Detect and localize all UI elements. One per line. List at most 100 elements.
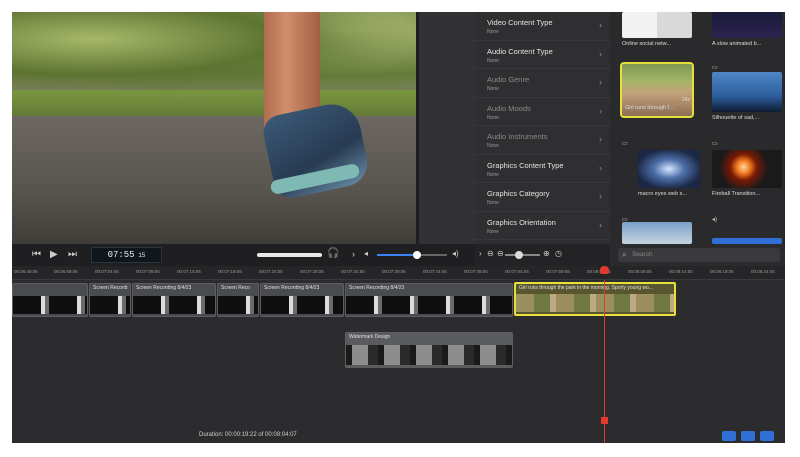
timecode-value: 07:55 (107, 250, 135, 260)
thumb-image (712, 72, 782, 112)
thumb-caption: Fireball Transition... (712, 191, 760, 197)
video-preview[interactable] (12, 12, 416, 244)
preview-trees (12, 12, 416, 102)
ruler-tick: 00:07:34:05 (341, 269, 365, 274)
playhead-end-marker[interactable] (601, 417, 608, 424)
zoom-knob[interactable] (515, 251, 523, 259)
view-toggle-button[interactable] (722, 431, 736, 441)
category-audio-content-type[interactable]: Audio Content Type None › (475, 41, 610, 69)
media-thumb-girl-runs[interactable]: Girl runs through f... 24s (620, 62, 694, 120)
ruler-tick: 00:07:54:05 (505, 269, 529, 274)
ruler-tick: 00:07:24:05 (259, 269, 283, 274)
ruler-tick: 00:07:49:05 (464, 269, 488, 274)
video-editor-window: Video Content Type None › Audio Content … (12, 12, 785, 443)
playback-controls: ⏮ ▶ ⏭ 07:55 15 🎧 › ◂ ◂) (12, 244, 475, 266)
category-graphics-orientation[interactable]: Graphics Orientation None › (475, 212, 610, 240)
timeline-clip[interactable] (12, 283, 88, 317)
chevron-right-icon: › (599, 48, 602, 59)
clip-filmstrip (261, 296, 343, 314)
chevron-right-icon[interactable]: › (479, 249, 482, 258)
clip-filmstrip (133, 296, 215, 314)
media-thumb-fireball[interactable]: Fireball Transition... (712, 150, 782, 206)
headphones-icon[interactable]: 🎧 (327, 248, 339, 259)
thumb-image (712, 150, 782, 188)
timeline-clip[interactable]: Screen Reco (217, 283, 259, 317)
clip-filmstrip (346, 345, 512, 365)
clip-label: Screen Recordi (93, 285, 128, 291)
thumb-image (638, 150, 700, 188)
ruler-tick: 00:06:49:05 (14, 269, 38, 274)
audio-type-icon: ◂) (712, 217, 718, 223)
media-thumb-social-network[interactable]: Online social netw... (622, 12, 692, 68)
selected-clip-girl-runs[interactable]: Girl runs through the park in the mornin… (514, 282, 676, 316)
category-audio-instruments[interactable]: Audio Instruments None › (475, 126, 610, 155)
search-input[interactable]: ⌕ Search (618, 248, 780, 262)
thumb-image (622, 12, 692, 38)
category-video-content-type[interactable]: Video Content Type None › (475, 12, 610, 41)
category-audio-genre[interactable]: Audio Genre None › (475, 69, 610, 98)
volume-slider[interactable] (377, 251, 447, 259)
chevron-right-icon: › (599, 20, 602, 30)
speaker-icon: ◂ (364, 249, 369, 258)
ruler-tick: 00:08:09:05 (628, 269, 652, 274)
ruler-tick: 00:07:09:05 (136, 269, 160, 274)
zoom-fit-icon[interactable]: ⊖ (487, 249, 494, 258)
category-value: None (487, 228, 499, 235)
category-audio-moods[interactable]: Audio Moods None › (475, 98, 610, 126)
playhead-handle[interactable] (600, 266, 609, 274)
ruler-tick: 00:08:24:05 (751, 269, 775, 274)
chevron-right-icon: › (599, 134, 602, 144)
thumb-image (712, 238, 782, 244)
volume-fill (377, 254, 417, 256)
timeline-clip[interactable]: Screen Recording 8/4/23 (260, 283, 344, 317)
clip-filmstrip (346, 296, 512, 314)
forward-icon[interactable]: ⏭ (68, 249, 77, 260)
category-value: None (487, 86, 499, 92)
video-type-icon: ▭ (712, 65, 718, 71)
thumb-caption: Girl runs through f... (625, 105, 674, 111)
play-icon[interactable]: ▶ (50, 249, 58, 260)
category-label: Graphics Category (487, 189, 550, 198)
clip-filmstrip (218, 296, 258, 314)
category-value: None (487, 114, 499, 121)
volume-knob[interactable] (413, 251, 421, 259)
timeline-ruler[interactable]: 00:06:49:05 00:06:59:06 00:07:04:05 00:0… (12, 266, 785, 280)
thumb-caption: Online social netw... (622, 41, 671, 47)
category-label: Video Content Type (487, 18, 553, 27)
ruler-tick: 00:07:14:05 (177, 269, 201, 274)
stock-media-grid: Online social netw... A slow animated b.… (610, 12, 785, 244)
thumb-caption: macro eyes web s... (638, 191, 687, 197)
rewind-icon[interactable]: ⏮ (32, 249, 41, 260)
timeline-clip[interactable]: Screen Recording 8/4/23 (132, 283, 216, 317)
category-graphics-category[interactable]: Graphics Category None › (475, 183, 610, 212)
chevron-right-icon: › (599, 77, 602, 87)
timeline-clip[interactable]: Screen Recording 8/4/23 (345, 283, 513, 317)
media-thumb-silhouette[interactable]: Silhouette of sad,... (712, 72, 782, 128)
timeline-clip[interactable]: Screen Recordi (89, 283, 131, 317)
category-label: Audio Content Type (487, 46, 553, 56)
clip-label (13, 284, 87, 286)
thumb-image (622, 222, 692, 244)
media-thumb-macro-eyes[interactable]: macro eyes web s... (638, 150, 708, 206)
media-thumb-slow-animated[interactable]: A slow animated b... (712, 12, 782, 68)
category-graphics-content-type[interactable]: Graphics Content Type None › (475, 155, 610, 183)
chevron-right-icon: › (599, 105, 602, 116)
ruler-tick: 00:07:39:05 (382, 269, 406, 274)
zoom-in-icon[interactable]: ⊕ (543, 249, 550, 258)
search-icon: ⌕ (622, 250, 627, 259)
watermark-clip[interactable]: Watermark Design (345, 332, 513, 368)
clock-icon[interactable]: ◷ (555, 249, 562, 258)
viewer-side-panel (419, 12, 475, 244)
scrub-bar[interactable] (257, 253, 322, 257)
search-placeholder: Search (632, 251, 653, 258)
timeline-tracks: Screen Recordi Screen Recording 8/4/23 S… (12, 280, 785, 443)
category-label: Graphics Orientation (487, 217, 556, 227)
chevron-right-icon: › (599, 219, 602, 230)
fullscreen-button[interactable] (760, 431, 774, 441)
video-type-icon: ▭ (712, 141, 718, 147)
sync-button[interactable] (741, 431, 755, 441)
ruler-tick: 00:07:59:05 (546, 269, 570, 274)
chevron-right-icon: › (599, 162, 602, 173)
chevron-right-icon[interactable]: › (352, 249, 355, 259)
zoom-out-icon[interactable]: ⊖ (497, 249, 504, 258)
